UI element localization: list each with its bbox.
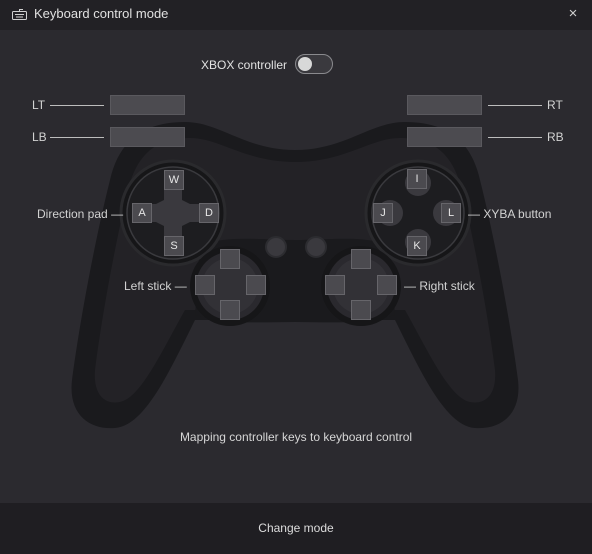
lt-key-field[interactable] [110, 95, 185, 115]
lb-label: LB [32, 130, 47, 144]
rt-key-field[interactable] [407, 95, 482, 115]
mapping-description: Mapping controller keys to keyboard cont… [179, 430, 413, 444]
title-bar: Keyboard control mode × [0, 0, 592, 30]
change-mode-button[interactable]: Change mode [0, 503, 592, 554]
rt-connector [488, 105, 542, 106]
xyba-up-key[interactable]: I [407, 169, 427, 189]
xyba-right-key[interactable]: L [441, 203, 461, 223]
left-stick-down-key[interactable] [220, 300, 240, 320]
right-stick-right-key[interactable] [377, 275, 397, 295]
left-stick-right-key[interactable] [246, 275, 266, 295]
lb-connector [50, 137, 104, 138]
dpad-up-key[interactable]: W [164, 170, 184, 190]
view-button [265, 236, 287, 258]
right-stick-down-key[interactable] [351, 300, 371, 320]
keyboard-icon [12, 9, 27, 20]
dpad-left-key[interactable]: A [132, 203, 152, 223]
right-stick-label: — Right stick [404, 279, 475, 293]
toggle-knob [298, 57, 312, 71]
window-title: Keyboard control mode [34, 6, 169, 21]
rb-connector [488, 137, 542, 138]
lt-label: LT [32, 98, 46, 112]
xbox-controller-toggle[interactable] [295, 54, 333, 74]
footer-bar: Change mode [0, 503, 592, 554]
menu-button [305, 236, 327, 258]
left-stick-up-key[interactable] [220, 249, 240, 269]
lb-key-field[interactable] [110, 127, 185, 147]
right-stick-left-key[interactable] [325, 275, 345, 295]
dpad-down-key[interactable]: S [164, 236, 184, 256]
rt-label: RT [547, 98, 563, 112]
left-stick-left-key[interactable] [195, 275, 215, 295]
close-icon[interactable]: × [564, 5, 582, 23]
main-content: XBOX controller LT LB RT RB Direction pa… [0, 30, 592, 503]
xyba-down-key[interactable]: K [407, 236, 427, 256]
rb-key-field[interactable] [407, 127, 482, 147]
direction-pad-label: Direction pad — [37, 207, 124, 221]
dpad-right-key[interactable]: D [199, 203, 219, 223]
xyba-label: — XYBA button [468, 207, 552, 221]
rb-label: RB [547, 130, 564, 144]
right-stick-up-key[interactable] [351, 249, 371, 269]
xyba-left-key[interactable]: J [373, 203, 393, 223]
left-stick-label: Left stick — [124, 279, 187, 293]
lt-connector [50, 105, 104, 106]
xbox-controller-label: XBOX controller [201, 58, 288, 72]
